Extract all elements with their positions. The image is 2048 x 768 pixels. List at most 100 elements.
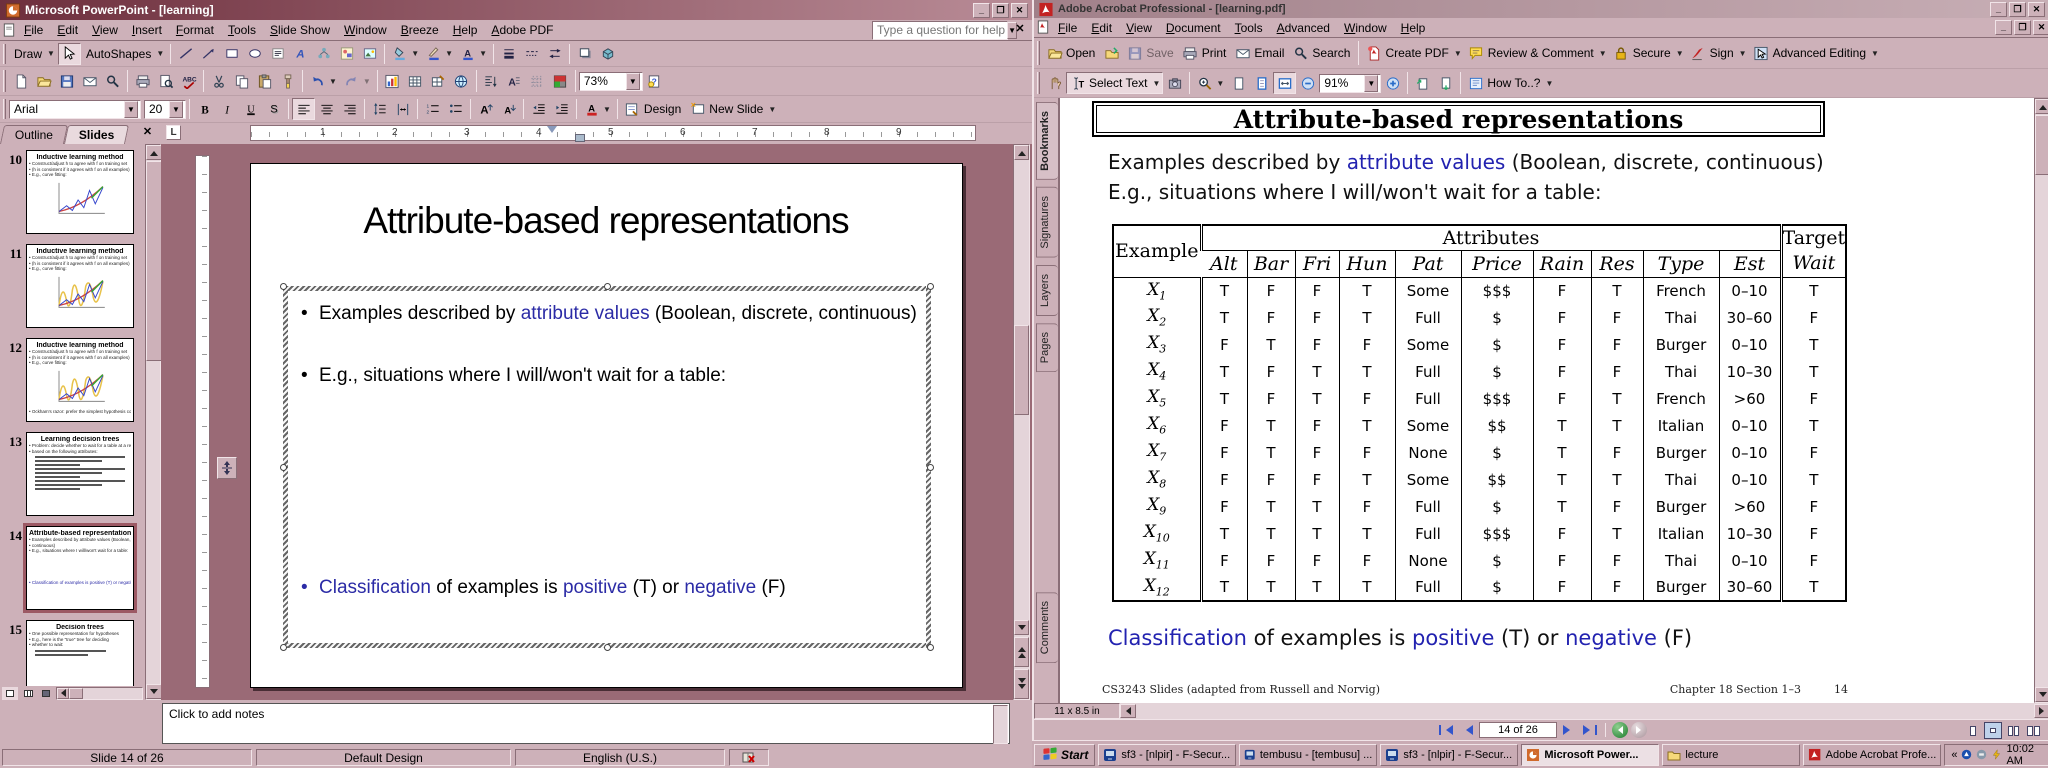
page-up-arrow-button[interactable]	[1411, 72, 1434, 94]
new-document-button[interactable]	[9, 70, 32, 92]
resize-handle[interactable]	[604, 644, 611, 651]
menu-edit[interactable]: Edit	[50, 21, 85, 39]
select-text-button[interactable]: TSelect Text▼	[1066, 72, 1163, 94]
diagram-tool-button[interactable]	[312, 43, 335, 65]
review-comment-button[interactable]: Review & Comment▼	[1465, 42, 1610, 64]
insert-hyperlink-button[interactable]	[450, 70, 473, 92]
notes-scrollbar[interactable]	[993, 705, 1008, 744]
menu-view[interactable]: View	[85, 21, 125, 39]
thumbnails-vscrollbar[interactable]	[145, 144, 161, 700]
resize-handle[interactable]	[280, 644, 287, 651]
tab-comments[interactable]: Comments	[1036, 592, 1058, 663]
close-button[interactable]: ✕	[2028, 2, 2045, 17]
threed-style-tool-button[interactable]	[596, 43, 619, 65]
slide-canvas[interactable]: Attribute-based representations	[250, 163, 963, 688]
tab-stop-selector[interactable]: L	[166, 125, 181, 140]
menu-breeze[interactable]: Breeze	[394, 21, 446, 39]
scroll-right-icon[interactable]	[2034, 704, 2048, 718]
hand-tool-button[interactable]	[1043, 72, 1066, 94]
taskbar-button[interactable]: sf3 - [nlpir] - F-Secur...	[1380, 744, 1518, 766]
menu-adobe-pdf[interactable]: Adobe PDF	[484, 21, 560, 39]
new-slide-button[interactable]: New Slide▼	[686, 98, 779, 120]
menu-advanced[interactable]: Advanced	[1270, 19, 1337, 37]
advanced-editing-button[interactable]: Advanced Editing▼	[1750, 42, 1882, 64]
normal-view-button[interactable]	[2, 687, 18, 700]
font-color-button[interactable]: A▼	[580, 98, 614, 120]
fsecure-tray-icon[interactable]	[1961, 748, 1972, 762]
save-button[interactable]	[55, 70, 78, 92]
page-actual-button[interactable]	[1227, 72, 1250, 94]
zoom-minus-button[interactable]	[1296, 72, 1319, 94]
bullet-classification[interactable]: Classification of examples is positive (…	[297, 574, 921, 602]
menu-tools[interactable]: Tools	[1228, 19, 1270, 37]
notes-input[interactable]: Click to add notes	[162, 703, 1010, 744]
font-name-input[interactable]: Arial▼	[9, 100, 141, 119]
scroll-left-icon[interactable]	[1120, 704, 1136, 718]
create-pdf-button[interactable]: Create PDF▼	[1362, 42, 1464, 64]
close-button[interactable]: ✕	[2033, 20, 2048, 35]
menu-format[interactable]: Format	[169, 21, 221, 39]
taskbar-button[interactable]: tembusu - [tembusu] ...	[1239, 744, 1377, 766]
previous-page-button[interactable]	[1458, 722, 1476, 739]
tray-expand-icon[interactable]: «	[1951, 749, 1957, 761]
scroll-thumb[interactable]	[2035, 115, 2048, 175]
paste-button[interactable]	[253, 70, 276, 92]
slide-thumbnail[interactable]: Inductive learning method• Construct/adj…	[26, 150, 134, 234]
next-page-button[interactable]	[1560, 722, 1578, 739]
distribute-button[interactable]	[391, 98, 414, 120]
menu-insert[interactable]: Insert	[125, 21, 169, 39]
editor-vscrollbar[interactable]	[1013, 144, 1030, 700]
autoshapes-menu-button[interactable]: AutoShapes▼	[81, 43, 167, 65]
continuous-facing-layout-button[interactable]	[2004, 722, 2022, 739]
tables-borders-button[interactable]	[427, 70, 450, 92]
restore-button[interactable]: ❐	[2014, 20, 2031, 35]
restore-button[interactable]: ❐	[2009, 2, 2026, 17]
snapshot-button[interactable]	[1163, 72, 1186, 94]
minimize-button[interactable]: _	[1995, 20, 2012, 35]
resize-handle[interactable]	[927, 283, 934, 290]
document-hscrollbar[interactable]: 11 x 8.5 in	[1034, 703, 2048, 719]
scroll-left-icon[interactable]	[57, 688, 69, 699]
how-to-button[interactable]: How To..?▼	[1464, 72, 1556, 94]
line-tool-button[interactable]	[174, 43, 197, 65]
scroll-thumb[interactable]	[146, 161, 162, 361]
shadow-style-tool-button[interactable]	[573, 43, 596, 65]
chevron-down-icon[interactable]: ▼	[626, 73, 640, 90]
show-grid-button[interactable]	[526, 70, 549, 92]
line-style-tool-button[interactable]	[497, 43, 520, 65]
font-color-tool-button[interactable]: A▼	[456, 43, 490, 65]
design-button[interactable]: Design	[621, 98, 686, 120]
menu-window[interactable]: Window	[1337, 19, 1394, 37]
text-shadow-button[interactable]: SS	[262, 98, 285, 120]
menu-document[interactable]: Document	[1159, 19, 1228, 37]
print-button[interactable]: Print	[1179, 42, 1232, 64]
help-button[interactable]: ?	[643, 70, 666, 92]
volume-tray-icon[interactable]	[1976, 748, 1987, 762]
chevron-down-icon[interactable]: ▼	[1364, 75, 1378, 92]
show-formatting-button[interactable]: A	[503, 70, 526, 92]
menu-file[interactable]: File	[17, 21, 50, 39]
redo-button[interactable]: ▼	[340, 70, 374, 92]
oval-tool-button[interactable]	[243, 43, 266, 65]
minimize-button[interactable]: _	[973, 3, 990, 18]
single-page-layout-button[interactable]	[1964, 722, 1982, 739]
tab-signatures[interactable]: Signatures	[1036, 187, 1058, 258]
document-vscrollbar[interactable]	[2034, 98, 2048, 703]
insert-table-button[interactable]	[404, 70, 427, 92]
decrease-font-button[interactable]: A	[497, 98, 520, 120]
menu-view[interactable]: View	[1119, 19, 1159, 37]
bullets-button[interactable]	[444, 98, 467, 120]
color-grayscale-button[interactable]	[549, 70, 572, 92]
clip-art-tool-button[interactable]	[335, 43, 358, 65]
bold-button[interactable]: B	[193, 98, 216, 120]
slide-sorter-view-button[interactable]	[20, 687, 36, 700]
zoom-level-input[interactable]: 91%▼	[1319, 74, 1381, 93]
slide-text-placeholder[interactable]: Examples described by attribute values (…	[283, 286, 931, 648]
chevron-down-icon[interactable]: ▼	[124, 101, 138, 118]
question-input[interactable]: Type a question for help ▼	[872, 21, 1008, 40]
facing-layout-button[interactable]	[2024, 722, 2042, 739]
fill-color-tool-button[interactable]: ▼	[388, 43, 422, 65]
scroll-thumb[interactable]	[69, 688, 83, 699]
power-tray-icon[interactable]	[1991, 748, 2002, 762]
decrease-indent-button[interactable]	[527, 98, 550, 120]
